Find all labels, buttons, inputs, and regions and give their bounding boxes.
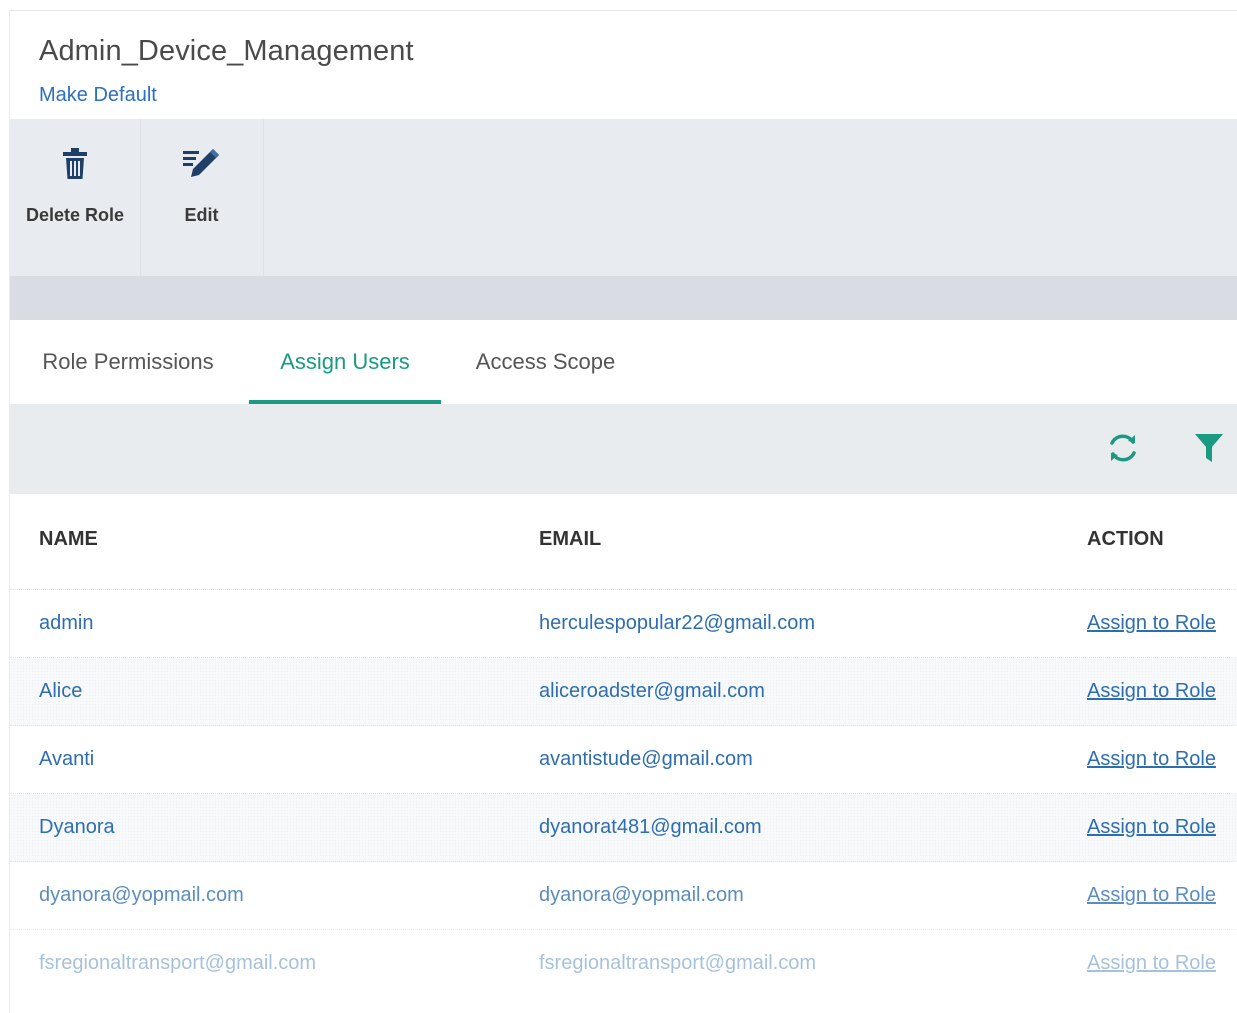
user-email: aliceroadster@gmail.com [539, 680, 765, 702]
pencil-icon [182, 145, 221, 183]
tab-role-permissions[interactable]: Role Permissions [20, 320, 236, 404]
user-email: dyanorat481@gmail.com [539, 816, 762, 838]
table-header: NAME EMAIL ACTION [10, 494, 1237, 590]
edit-button[interactable]: Edit [140, 119, 264, 276]
assign-to-role-link[interactable]: Assign to Role [1087, 748, 1216, 771]
page-header: Admin_Device_Management Make Default [10, 11, 1237, 119]
assign-to-role-link[interactable]: Assign to Role [1087, 612, 1216, 635]
column-header-action: ACTION [1087, 528, 1164, 550]
page-title: Admin_Device_Management [39, 35, 414, 67]
make-default-link[interactable]: Make Default [39, 84, 157, 107]
column-header-name[interactable]: NAME [39, 528, 98, 551]
assign-to-role-link[interactable]: Assign to Role [1087, 816, 1216, 839]
fade-overlay [10, 991, 1237, 1013]
assign-to-role-link[interactable]: Assign to Role [1087, 884, 1216, 907]
user-email: fsregionaltransport@gmail.com [539, 952, 817, 974]
toolbar: Delete Role Edit [10, 119, 1237, 276]
table-row: dyanora@yopmail.com dyanora@yopmail.com … [10, 862, 1237, 930]
delete-role-label: Delete Role [25, 205, 125, 225]
tab-bar: Role Permissions Assign Users Access Sco… [10, 320, 1237, 404]
assign-to-role-link[interactable]: Assign to Role [1087, 680, 1216, 703]
trash-icon [61, 145, 89, 183]
table-row: Avanti avantistude@gmail.com Assign to R… [10, 726, 1237, 794]
refresh-icon[interactable] [1105, 430, 1141, 466]
table-row: fsregionaltransport@gmail.com fsregional… [10, 930, 1237, 997]
user-email: avantistude@gmail.com [539, 748, 753, 770]
grid-toolbar [10, 404, 1237, 494]
user-name[interactable]: dyanora@yopmail.com [39, 884, 244, 907]
user-name[interactable]: admin [39, 612, 93, 635]
users-table: NAME EMAIL ACTION admin herculespopular2… [10, 494, 1237, 997]
assign-to-role-link[interactable]: Assign to Role [1087, 952, 1216, 975]
user-name[interactable]: Alice [39, 680, 82, 703]
section-divider [10, 276, 1237, 320]
user-email: herculespopular22@gmail.com [539, 612, 815, 634]
role-detail-panel: Admin_Device_Management Make Default Del… [9, 10, 1237, 1013]
filter-icon[interactable] [1191, 430, 1227, 466]
table-row: Dyanora dyanorat481@gmail.com Assign to … [10, 794, 1237, 862]
tab-assign-users[interactable]: Assign Users [249, 320, 441, 404]
table-row: admin herculespopular22@gmail.com Assign… [10, 590, 1237, 658]
user-email: dyanora@yopmail.com [539, 884, 744, 906]
user-name[interactable]: fsregionaltransport@gmail.com [39, 952, 316, 975]
delete-role-button[interactable]: Delete Role [10, 119, 141, 276]
edit-label: Edit [184, 205, 219, 225]
user-name[interactable]: Avanti [39, 748, 94, 771]
tab-access-scope[interactable]: Access Scope [454, 320, 637, 404]
user-name[interactable]: Dyanora [39, 816, 115, 839]
column-header-email[interactable]: EMAIL [539, 528, 601, 551]
table-row: Alice aliceroadster@gmail.com Assign to … [10, 658, 1237, 726]
